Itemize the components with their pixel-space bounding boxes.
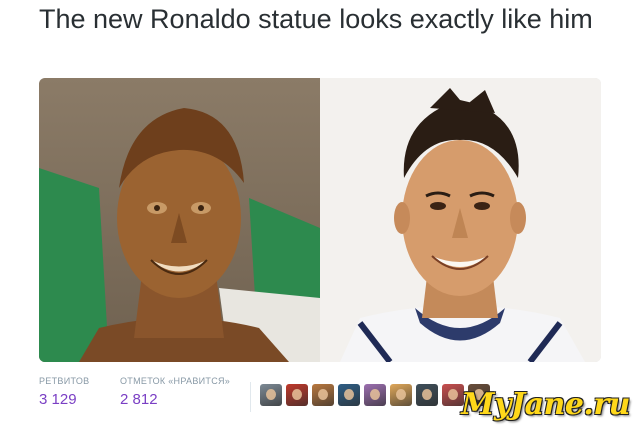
liker-avatar[interactable]: [364, 384, 386, 406]
avatar-face-icon: [344, 389, 354, 400]
likes-count: 2 812: [120, 391, 158, 408]
avatar-face-icon: [292, 389, 302, 400]
avatar-face-icon: [370, 389, 380, 400]
liker-avatar[interactable]: [390, 384, 412, 406]
liker-avatar[interactable]: [338, 384, 360, 406]
liker-avatar[interactable]: [260, 384, 282, 406]
avatar-face-icon: [396, 389, 406, 400]
liker-avatar[interactable]: [312, 384, 334, 406]
ronaldo-photo[interactable]: [320, 78, 601, 362]
tweet-text: The new Ronaldo statue looks exactly lik…: [39, 4, 593, 34]
tweet-media[interactable]: [39, 78, 601, 362]
stats-divider: [250, 382, 251, 412]
retweets-count: 3 129: [39, 391, 77, 408]
avatar-face-icon: [422, 389, 432, 400]
likes-stat[interactable]: ОТМЕТОК «НРАВИТСЯ» 2 812: [120, 376, 230, 409]
likes-label: ОТМЕТОК «НРАВИТСЯ»: [120, 376, 231, 386]
site-watermark: MyJane.ru: [461, 387, 630, 422]
portrait-illustration: [340, 88, 585, 362]
retweets-stat[interactable]: РЕТВИТОВ 3 129: [39, 376, 89, 409]
liker-avatar[interactable]: [416, 384, 438, 406]
bust-illustration: [39, 108, 320, 362]
statue-image[interactable]: [39, 78, 320, 362]
liker-avatar[interactable]: [286, 384, 308, 406]
retweets-label: РЕТВИТОВ: [39, 376, 90, 386]
avatar-face-icon: [266, 389, 276, 400]
avatar-face-icon: [448, 389, 458, 400]
avatar-face-icon: [318, 389, 328, 400]
